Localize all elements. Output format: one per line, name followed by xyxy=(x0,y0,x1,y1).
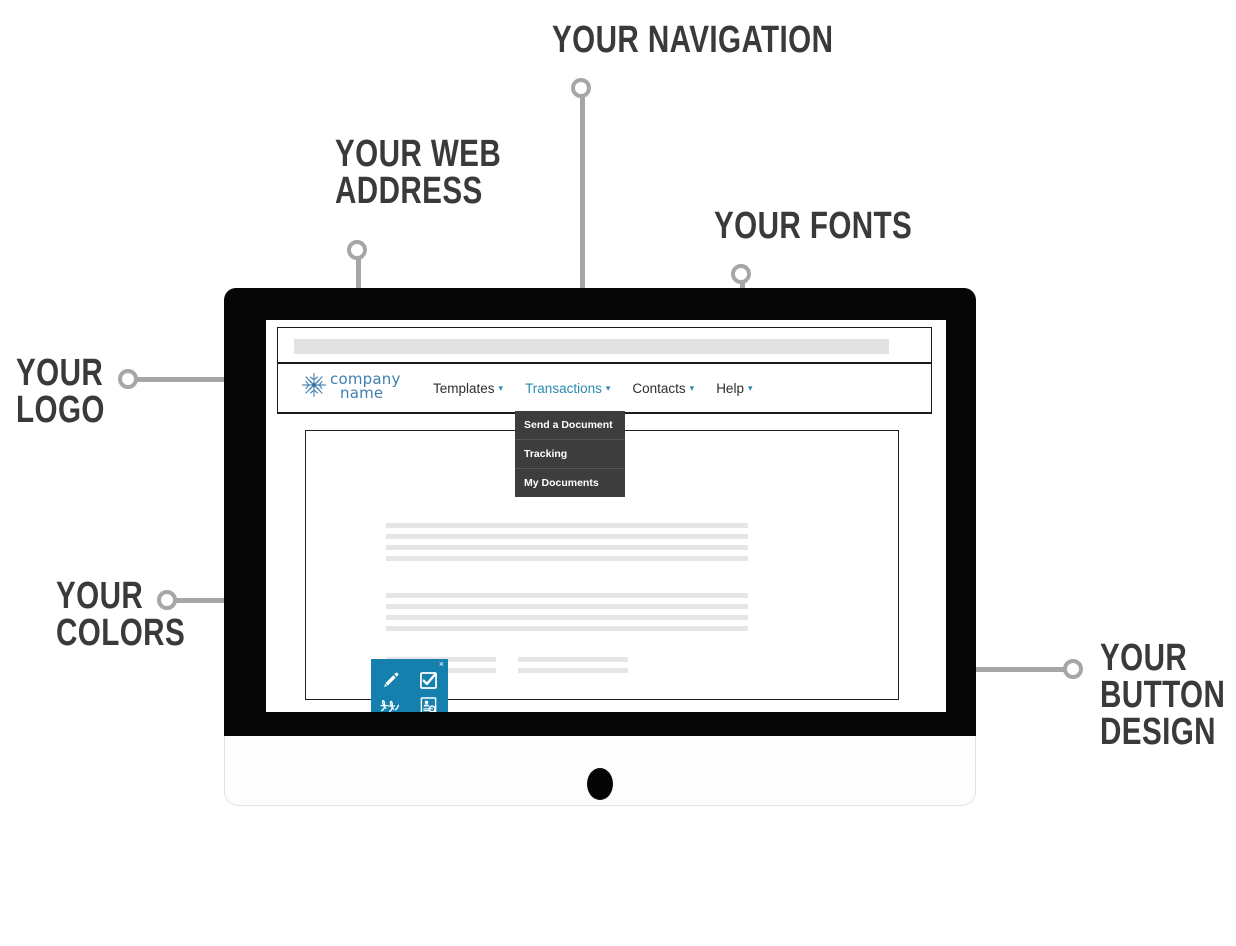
site-header: company name Templates ▾ Transactions ▾ Co… xyxy=(277,364,932,414)
menu-item-tracking[interactable]: Tracking xyxy=(515,440,625,469)
site-logo-text: company name xyxy=(330,370,401,402)
nav-item-transactions[interactable]: Transactions ▾ xyxy=(525,381,610,396)
text-line xyxy=(386,534,748,539)
browser-chrome xyxy=(277,327,932,364)
address-bar[interactable] xyxy=(294,339,889,354)
signature-block xyxy=(518,657,628,679)
text-line xyxy=(386,626,748,631)
signature-icon[interactable] xyxy=(379,695,401,713)
text-line xyxy=(386,556,748,561)
chevron-down-icon: ▾ xyxy=(605,383,611,393)
leader-knob xyxy=(1063,659,1083,679)
browser-screen: company name Templates ▾ Transactions ▾ Co… xyxy=(266,320,946,712)
text-line xyxy=(386,593,748,598)
text-line xyxy=(386,523,748,528)
main-navigation: Templates ▾ Transactions ▾ Contacts ▾ Help ▾ xyxy=(433,381,774,396)
chevron-down-icon: ▾ xyxy=(747,383,753,393)
annotation-tool-palette: × xyxy=(371,659,448,712)
nav-label: Help xyxy=(716,381,744,396)
text-line xyxy=(386,615,748,620)
menu-item-my-documents[interactable]: My Documents xyxy=(515,469,625,497)
logo-line-2: name xyxy=(340,384,384,402)
tool-grid xyxy=(371,668,448,712)
text-line xyxy=(518,668,628,673)
transactions-dropdown-menu: Send a Document Tracking My Documents xyxy=(515,411,625,497)
text-line xyxy=(386,604,748,609)
site-logo[interactable]: company name xyxy=(300,370,401,402)
checkbox-icon[interactable] xyxy=(418,670,440,692)
stamp-lookup-icon[interactable] xyxy=(418,695,440,712)
callout-your-fonts: YOUR FONTS xyxy=(714,205,913,247)
nav-label: Templates xyxy=(433,381,495,396)
document-paragraph-2 xyxy=(386,593,748,637)
leader-knob xyxy=(118,369,138,389)
document-paragraph-1 xyxy=(386,523,748,567)
chevron-down-icon: ▾ xyxy=(689,383,695,393)
nav-item-contacts[interactable]: Contacts ▾ xyxy=(632,381,694,396)
chevron-down-icon: ▾ xyxy=(498,383,504,393)
nav-label: Contacts xyxy=(632,381,686,396)
nav-item-help[interactable]: Help ▾ xyxy=(716,381,752,396)
monitor-logo-dot xyxy=(587,768,613,800)
infographic-stage: YOUR LOGO YOUR WEB ADDRESS YOUR NAVIGATI… xyxy=(0,0,1236,946)
callout-your-logo: YOUR LOGO xyxy=(16,352,105,432)
callout-your-web-address: YOUR WEB ADDRESS xyxy=(335,133,502,213)
snowflake-icon xyxy=(300,371,328,399)
text-line xyxy=(518,657,628,662)
menu-item-send-a-document[interactable]: Send a Document xyxy=(515,411,625,440)
leader-knob xyxy=(157,590,177,610)
text-line xyxy=(386,545,748,550)
callout-your-button-design: YOUR BUTTON DESIGN xyxy=(1100,637,1226,754)
callout-your-navigation: YOUR NAVIGATION xyxy=(552,19,834,61)
nav-label: Transactions xyxy=(525,381,602,396)
pencil-icon[interactable] xyxy=(379,670,401,692)
nav-item-templates[interactable]: Templates ▾ xyxy=(433,381,503,396)
